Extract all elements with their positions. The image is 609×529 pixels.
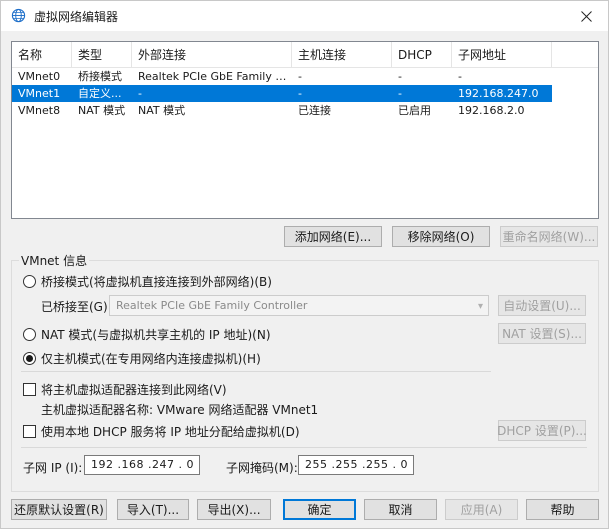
bridged-to-label: 已桥接至(G):: [41, 300, 112, 314]
column-header-subnet[interactable]: 子网地址: [452, 42, 552, 68]
checkbox-box: [23, 383, 36, 396]
cell-dhcp: -: [398, 70, 402, 83]
help-button[interactable]: 帮助: [526, 499, 599, 520]
use-dhcp-checkbox[interactable]: 使用本地 DHCP 服务将 IP 地址分配给虚拟机(D): [23, 423, 300, 440]
close-icon: [580, 10, 592, 22]
cell-dhcp: 已启用: [398, 104, 431, 117]
host-only-mode-radio[interactable]: 仅主机模式(在专用网络内连接虚拟机)(H): [23, 350, 261, 367]
restore-defaults-button[interactable]: 还原默认设置(R): [11, 499, 107, 520]
cell-external: -: [132, 85, 292, 102]
virtual-network-editor-window: 虚拟网络编辑器 名称 类型 外部连接 主机连接 DHCP 子网地址 VMnet0…: [0, 0, 609, 529]
table-row-selected[interactable]: VMnet1 自定义... - - - 192.168.247.0: [12, 85, 598, 102]
nat-mode-label: NAT 模式(与虚拟机共享主机的 IP 地址)(N): [41, 328, 271, 342]
cancel-button[interactable]: 取消: [364, 499, 437, 520]
column-header-name[interactable]: 名称: [12, 42, 72, 68]
nat-settings-button[interactable]: NAT 设置(S)...: [498, 323, 586, 344]
connect-adapter-label: 将主机虚拟适配器连接到此网络(V): [41, 383, 227, 397]
vmnet-info-title: VMnet 信息: [19, 252, 90, 269]
subnet-ip-input[interactable]: 192 .168 .247 . 0: [84, 455, 200, 475]
cell-name: VMnet0: [18, 70, 61, 83]
cell-subnet: 192.168.2.0: [458, 104, 525, 117]
title-bar: 虚拟网络编辑器: [1, 1, 608, 31]
column-header-dhcp[interactable]: DHCP: [392, 42, 452, 68]
cell-host: -: [292, 85, 392, 102]
window-title: 虚拟网络编辑器: [34, 10, 119, 24]
rename-network-button[interactable]: 重命名网络(W)...: [500, 226, 598, 247]
cell-subnet: -: [458, 70, 462, 83]
cell-dhcp: -: [392, 85, 452, 102]
table-row[interactable]: VMnet0 桥接模式 Realtek PCIe GbE Family Co..…: [12, 68, 598, 85]
cell-name: VMnet1: [12, 85, 72, 102]
export-button[interactable]: 导出(X)...: [197, 499, 271, 520]
cell-host: 已连接: [298, 104, 331, 117]
ok-button[interactable]: 确定: [283, 499, 356, 520]
column-header-external[interactable]: 外部连接: [132, 42, 292, 68]
bridged-to-select[interactable]: Realtek PCIe GbE Family Controller ▾: [109, 295, 489, 316]
bridged-mode-label: 桥接模式(将虚拟机直接连接到外部网络)(B): [41, 275, 272, 289]
close-button[interactable]: [564, 1, 608, 31]
import-button[interactable]: 导入(T)...: [117, 499, 189, 520]
cell-host: -: [298, 70, 302, 83]
separator: [21, 447, 587, 448]
cell-external: NAT 模式: [138, 104, 186, 117]
bridged-mode-radio[interactable]: 桥接模式(将虚拟机直接连接到外部网络)(B): [23, 273, 272, 290]
use-dhcp-label: 使用本地 DHCP 服务将 IP 地址分配给虚拟机(D): [41, 425, 300, 439]
cell-external: Realtek PCIe GbE Family Co...: [138, 70, 292, 83]
radio-circle-selected: [23, 352, 36, 365]
subnet-ip-label: 子网 IP (I):: [23, 461, 83, 475]
checkbox-box: [23, 425, 36, 438]
apply-button[interactable]: 应用(A): [445, 499, 518, 520]
remove-network-button[interactable]: 移除网络(O): [392, 226, 490, 247]
radio-circle: [23, 275, 36, 288]
subnet-mask-input[interactable]: 255 .255 .255 . 0: [298, 455, 414, 475]
list-header: 名称 类型 外部连接 主机连接 DHCP 子网地址: [12, 42, 598, 68]
cell-type: 桥接模式: [78, 70, 122, 83]
globe-network-icon: [11, 8, 26, 23]
bridged-to-value: Realtek PCIe GbE Family Controller: [116, 299, 308, 312]
table-row[interactable]: VMnet8 NAT 模式 NAT 模式 已连接 已启用 192.168.2.0: [12, 102, 598, 119]
radio-circle: [23, 328, 36, 341]
host-only-mode-label: 仅主机模式(在专用网络内连接虚拟机)(H): [41, 352, 261, 366]
cell-name: VMnet8: [18, 104, 61, 117]
auto-settings-button[interactable]: 自动设置(U)...: [498, 295, 586, 316]
column-header-type[interactable]: 类型: [72, 42, 132, 68]
adapter-name-text: 主机虚拟适配器名称: VMware 网络适配器 VMnet1: [41, 403, 319, 417]
dhcp-settings-button[interactable]: DHCP 设置(P)...: [497, 420, 587, 441]
cell-type: 自定义...: [72, 85, 132, 102]
separator: [21, 371, 491, 372]
nat-mode-radio[interactable]: NAT 模式(与虚拟机共享主机的 IP 地址)(N): [23, 326, 271, 343]
add-network-button[interactable]: 添加网络(E)...: [284, 226, 382, 247]
subnet-mask-label: 子网掩码(M):: [226, 461, 298, 475]
connect-adapter-checkbox[interactable]: 将主机虚拟适配器连接到此网络(V): [23, 381, 227, 398]
cell-subnet: 192.168.247.0: [452, 85, 552, 102]
chevron-down-icon: ▾: [477, 301, 483, 312]
network-list[interactable]: 名称 类型 外部连接 主机连接 DHCP 子网地址 VMnet0 桥接模式 Re…: [11, 41, 599, 219]
column-header-host[interactable]: 主机连接: [292, 42, 392, 68]
cell-type: NAT 模式: [78, 104, 126, 117]
